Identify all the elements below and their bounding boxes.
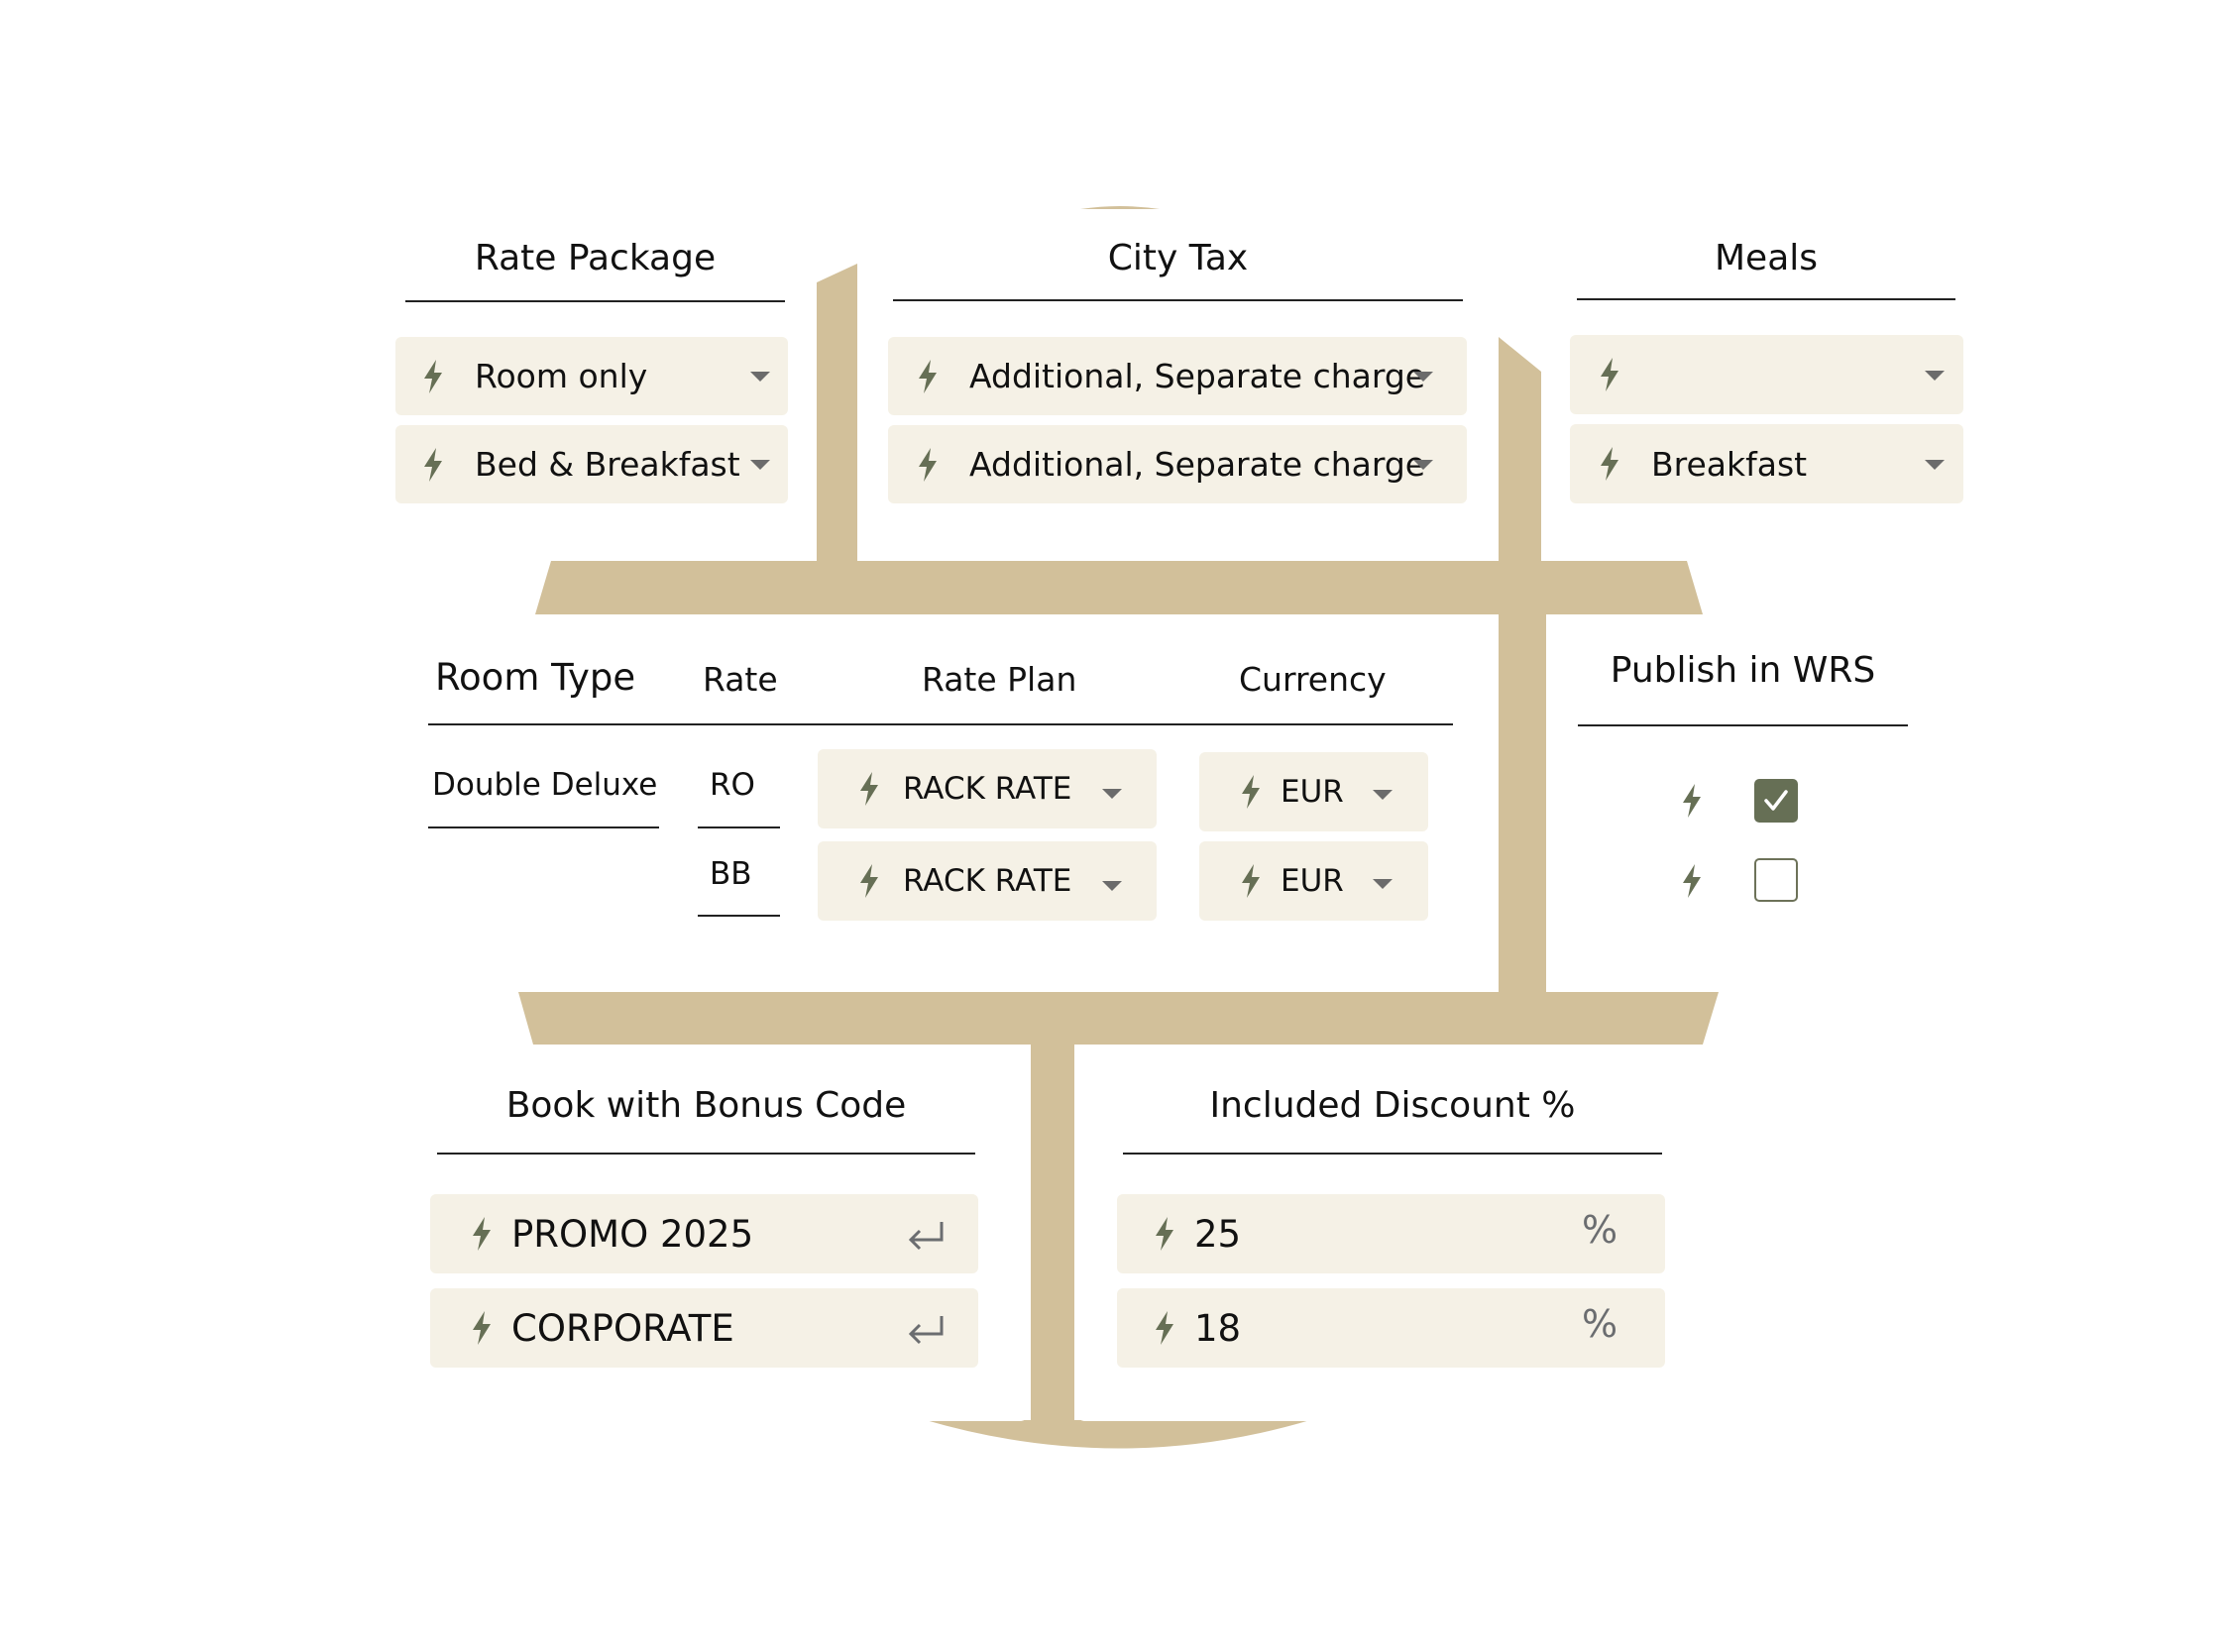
bottom-arc — [926, 1420, 1310, 1449]
discount-divider — [1123, 1153, 1662, 1155]
publish-title: Publish in WRS — [1610, 650, 1876, 691]
rate-plan-select-1[interactable]: RACK RATE — [818, 749, 1157, 828]
currency-select-1[interactable]: EUR — [1199, 752, 1428, 831]
rate-underline — [698, 915, 780, 917]
bolt-icon — [1156, 1217, 1173, 1251]
bonus-code-value: CORPORATE — [511, 1306, 734, 1350]
frame-band-upper — [535, 561, 1703, 614]
bonus-code-divider — [437, 1153, 975, 1155]
bolt-icon — [860, 772, 878, 806]
city-tax-title: City Tax — [1107, 238, 1249, 278]
enter-icon[interactable] — [908, 1220, 946, 1254]
chevron-down-icon — [1102, 789, 1122, 799]
rate-underline — [698, 826, 780, 828]
bolt-icon — [1683, 784, 1701, 818]
currency-value: EUR — [1281, 774, 1344, 810]
city-tax-divider — [893, 299, 1463, 301]
bolt-icon — [1601, 447, 1618, 481]
discount-input-2[interactable]: 18 % — [1117, 1288, 1665, 1368]
meals-value: Breakfast — [1651, 444, 1808, 484]
check-icon — [1764, 790, 1788, 811]
rate-plan-value: RACK RATE — [903, 863, 1072, 899]
bolt-icon — [424, 359, 442, 393]
discount-input-1[interactable]: 25 % — [1117, 1194, 1665, 1273]
rate-package-select-1[interactable]: Room only — [395, 337, 788, 415]
publish-divider — [1578, 724, 1908, 726]
bolt-icon — [1601, 358, 1618, 391]
room-type-underline — [428, 826, 659, 828]
meals-select-1[interactable] — [1570, 335, 1963, 414]
column-header-room-type: Room Type — [435, 656, 636, 699]
city-tax-select-1[interactable]: Additional, Separate charge — [888, 337, 1467, 415]
city-tax-select-2[interactable]: Additional, Separate charge — [888, 425, 1467, 503]
discount-value: 25 — [1194, 1212, 1242, 1256]
table-header-divider — [428, 723, 1453, 725]
frame-bar-middle — [1499, 612, 1546, 995]
percent-suffix: % — [1582, 1208, 1618, 1252]
currency-value: EUR — [1281, 863, 1344, 899]
rate-code: BB — [710, 856, 752, 892]
rate-package-select-2[interactable]: Bed & Breakfast — [395, 425, 788, 503]
bolt-icon — [1242, 864, 1260, 898]
chevron-down-icon — [1413, 372, 1433, 382]
rate-plan-select-2[interactable]: RACK RATE — [818, 841, 1157, 921]
city-tax-value: Additional, Separate charge — [969, 357, 1426, 395]
chevron-down-icon — [1925, 460, 1945, 470]
currency-select-2[interactable]: EUR — [1199, 841, 1428, 921]
bolt-icon — [1683, 864, 1701, 898]
bonus-code-input-2[interactable]: CORPORATE — [430, 1288, 978, 1368]
bolt-icon — [1156, 1311, 1173, 1345]
rate-package-value: Room only — [475, 357, 648, 395]
bolt-icon — [424, 447, 442, 482]
bonus-code-title: Book with Bonus Code — [505, 1085, 907, 1126]
room-type-value: Double Deluxe — [432, 767, 658, 803]
top-arc — [1080, 206, 1160, 209]
enter-icon[interactable] — [908, 1314, 946, 1348]
publish-checkbox-1[interactable] — [1754, 779, 1798, 823]
frame-bar-top-right — [1499, 337, 1541, 561]
chevron-down-icon — [1413, 460, 1433, 470]
rate-package-value: Bed & Breakfast — [475, 445, 740, 484]
rate-package-title: Rate Package — [474, 238, 717, 278]
bolt-icon — [919, 447, 937, 482]
frame-band-lower — [518, 992, 1719, 1045]
chevron-down-icon — [750, 460, 770, 470]
frame-bar-top-left — [817, 264, 857, 561]
chevron-down-icon — [750, 372, 770, 382]
column-header-rate-plan: Rate Plan — [922, 660, 1077, 699]
rate-plan-value: RACK RATE — [903, 771, 1072, 807]
bolt-icon — [860, 864, 878, 898]
meals-select-2[interactable]: Breakfast — [1570, 424, 1963, 503]
chevron-down-icon — [1925, 371, 1945, 381]
publish-checkbox-2[interactable] — [1754, 858, 1798, 902]
rate-package-divider — [405, 300, 785, 302]
city-tax-value: Additional, Separate charge — [969, 445, 1426, 484]
frame-bar-bottom — [1031, 1043, 1074, 1422]
bolt-icon — [919, 359, 937, 393]
bonus-code-input-1[interactable]: PROMO 2025 — [430, 1194, 978, 1273]
chevron-down-icon — [1373, 879, 1393, 889]
meals-title: Meals — [1714, 238, 1819, 278]
bonus-code-value: PROMO 2025 — [511, 1212, 754, 1256]
meals-divider — [1577, 298, 1955, 300]
chevron-down-icon — [1373, 790, 1393, 800]
bolt-icon — [473, 1217, 491, 1251]
discount-title: Included Discount % — [1209, 1085, 1576, 1126]
column-header-currency: Currency — [1239, 660, 1387, 699]
percent-suffix: % — [1582, 1302, 1618, 1346]
bolt-icon — [1242, 775, 1260, 809]
rate-code: RO — [710, 767, 755, 803]
bolt-icon — [473, 1311, 491, 1345]
chevron-down-icon — [1102, 881, 1122, 891]
discount-value: 18 — [1194, 1306, 1242, 1350]
column-header-rate: Rate — [703, 660, 778, 699]
